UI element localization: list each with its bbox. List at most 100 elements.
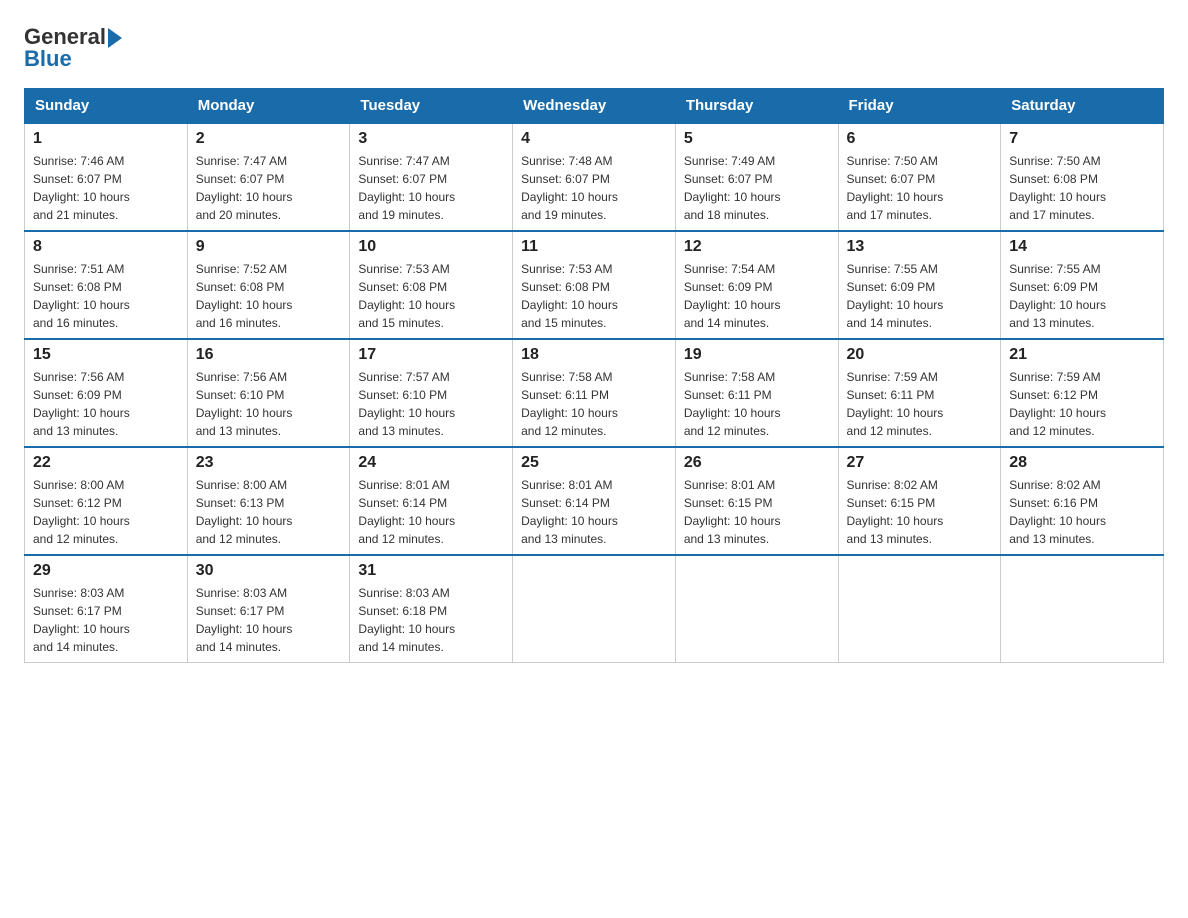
calendar-cell: 1 Sunrise: 7:46 AM Sunset: 6:07 PM Dayli… xyxy=(25,123,188,231)
calendar-cell xyxy=(1001,555,1164,663)
day-number: 15 xyxy=(33,346,179,364)
day-info: Sunrise: 7:46 AM Sunset: 6:07 PM Dayligh… xyxy=(33,152,179,224)
day-number: 16 xyxy=(196,346,342,364)
day-number: 21 xyxy=(1009,346,1155,364)
calendar-cell: 14 Sunrise: 7:55 AM Sunset: 6:09 PM Dayl… xyxy=(1001,231,1164,339)
column-header-wednesday: Wednesday xyxy=(513,89,676,124)
day-number: 26 xyxy=(684,454,830,472)
calendar-cell: 21 Sunrise: 7:59 AM Sunset: 6:12 PM Dayl… xyxy=(1001,339,1164,447)
day-info: Sunrise: 7:59 AM Sunset: 6:12 PM Dayligh… xyxy=(1009,368,1155,440)
week-row-3: 15 Sunrise: 7:56 AM Sunset: 6:09 PM Dayl… xyxy=(25,339,1164,447)
day-number: 7 xyxy=(1009,130,1155,148)
calendar-cell xyxy=(838,555,1001,663)
day-info: Sunrise: 7:50 AM Sunset: 6:07 PM Dayligh… xyxy=(847,152,993,224)
day-number: 13 xyxy=(847,238,993,256)
calendar-header-row: SundayMondayTuesdayWednesdayThursdayFrid… xyxy=(25,89,1164,124)
day-number: 14 xyxy=(1009,238,1155,256)
day-number: 9 xyxy=(196,238,342,256)
column-header-tuesday: Tuesday xyxy=(350,89,513,124)
calendar-cell: 30 Sunrise: 8:03 AM Sunset: 6:17 PM Dayl… xyxy=(187,555,350,663)
day-number: 6 xyxy=(847,130,993,148)
calendar-cell: 13 Sunrise: 7:55 AM Sunset: 6:09 PM Dayl… xyxy=(838,231,1001,339)
day-number: 3 xyxy=(358,130,504,148)
column-header-saturday: Saturday xyxy=(1001,89,1164,124)
day-number: 25 xyxy=(521,454,667,472)
calendar-cell: 23 Sunrise: 8:00 AM Sunset: 6:13 PM Dayl… xyxy=(187,447,350,555)
calendar-cell: 18 Sunrise: 7:58 AM Sunset: 6:11 PM Dayl… xyxy=(513,339,676,447)
calendar-cell: 17 Sunrise: 7:57 AM Sunset: 6:10 PM Dayl… xyxy=(350,339,513,447)
calendar-cell: 15 Sunrise: 7:56 AM Sunset: 6:09 PM Dayl… xyxy=(25,339,188,447)
day-number: 12 xyxy=(684,238,830,256)
day-number: 28 xyxy=(1009,454,1155,472)
calendar-cell: 10 Sunrise: 7:53 AM Sunset: 6:08 PM Dayl… xyxy=(350,231,513,339)
day-info: Sunrise: 7:53 AM Sunset: 6:08 PM Dayligh… xyxy=(521,260,667,332)
day-info: Sunrise: 7:56 AM Sunset: 6:10 PM Dayligh… xyxy=(196,368,342,440)
column-header-friday: Friday xyxy=(838,89,1001,124)
calendar-cell: 5 Sunrise: 7:49 AM Sunset: 6:07 PM Dayli… xyxy=(675,123,838,231)
calendar-cell: 12 Sunrise: 7:54 AM Sunset: 6:09 PM Dayl… xyxy=(675,231,838,339)
calendar-table: SundayMondayTuesdayWednesdayThursdayFrid… xyxy=(24,88,1164,663)
day-number: 29 xyxy=(33,562,179,580)
day-number: 2 xyxy=(196,130,342,148)
calendar-cell: 11 Sunrise: 7:53 AM Sunset: 6:08 PM Dayl… xyxy=(513,231,676,339)
calendar-cell: 29 Sunrise: 8:03 AM Sunset: 6:17 PM Dayl… xyxy=(25,555,188,663)
day-info: Sunrise: 8:01 AM Sunset: 6:14 PM Dayligh… xyxy=(358,476,504,548)
day-number: 4 xyxy=(521,130,667,148)
day-number: 10 xyxy=(358,238,504,256)
day-number: 23 xyxy=(196,454,342,472)
calendar-cell xyxy=(675,555,838,663)
week-row-4: 22 Sunrise: 8:00 AM Sunset: 6:12 PM Dayl… xyxy=(25,447,1164,555)
day-number: 1 xyxy=(33,130,179,148)
day-number: 5 xyxy=(684,130,830,148)
day-number: 11 xyxy=(521,238,667,256)
day-info: Sunrise: 7:58 AM Sunset: 6:11 PM Dayligh… xyxy=(684,368,830,440)
logo-blue-text: Blue xyxy=(24,46,72,72)
day-info: Sunrise: 8:02 AM Sunset: 6:15 PM Dayligh… xyxy=(847,476,993,548)
logo: General Blue xyxy=(24,24,122,72)
day-info: Sunrise: 7:55 AM Sunset: 6:09 PM Dayligh… xyxy=(847,260,993,332)
day-number: 19 xyxy=(684,346,830,364)
calendar-cell: 8 Sunrise: 7:51 AM Sunset: 6:08 PM Dayli… xyxy=(25,231,188,339)
calendar-cell: 7 Sunrise: 7:50 AM Sunset: 6:08 PM Dayli… xyxy=(1001,123,1164,231)
day-number: 18 xyxy=(521,346,667,364)
calendar-cell: 20 Sunrise: 7:59 AM Sunset: 6:11 PM Dayl… xyxy=(838,339,1001,447)
day-info: Sunrise: 7:47 AM Sunset: 6:07 PM Dayligh… xyxy=(358,152,504,224)
day-number: 27 xyxy=(847,454,993,472)
calendar-cell: 31 Sunrise: 8:03 AM Sunset: 6:18 PM Dayl… xyxy=(350,555,513,663)
day-info: Sunrise: 7:56 AM Sunset: 6:09 PM Dayligh… xyxy=(33,368,179,440)
day-info: Sunrise: 7:53 AM Sunset: 6:08 PM Dayligh… xyxy=(358,260,504,332)
day-number: 17 xyxy=(358,346,504,364)
week-row-2: 8 Sunrise: 7:51 AM Sunset: 6:08 PM Dayli… xyxy=(25,231,1164,339)
day-info: Sunrise: 8:03 AM Sunset: 6:17 PM Dayligh… xyxy=(33,584,179,656)
day-info: Sunrise: 7:57 AM Sunset: 6:10 PM Dayligh… xyxy=(358,368,504,440)
day-info: Sunrise: 7:47 AM Sunset: 6:07 PM Dayligh… xyxy=(196,152,342,224)
day-number: 22 xyxy=(33,454,179,472)
day-info: Sunrise: 8:01 AM Sunset: 6:14 PM Dayligh… xyxy=(521,476,667,548)
day-info: Sunrise: 7:55 AM Sunset: 6:09 PM Dayligh… xyxy=(1009,260,1155,332)
calendar-cell: 28 Sunrise: 8:02 AM Sunset: 6:16 PM Dayl… xyxy=(1001,447,1164,555)
calendar-cell: 2 Sunrise: 7:47 AM Sunset: 6:07 PM Dayli… xyxy=(187,123,350,231)
day-number: 24 xyxy=(358,454,504,472)
day-info: Sunrise: 8:03 AM Sunset: 6:17 PM Dayligh… xyxy=(196,584,342,656)
day-info: Sunrise: 7:58 AM Sunset: 6:11 PM Dayligh… xyxy=(521,368,667,440)
calendar-cell: 6 Sunrise: 7:50 AM Sunset: 6:07 PM Dayli… xyxy=(838,123,1001,231)
calendar-cell: 25 Sunrise: 8:01 AM Sunset: 6:14 PM Dayl… xyxy=(513,447,676,555)
day-info: Sunrise: 7:51 AM Sunset: 6:08 PM Dayligh… xyxy=(33,260,179,332)
day-info: Sunrise: 8:00 AM Sunset: 6:12 PM Dayligh… xyxy=(33,476,179,548)
day-info: Sunrise: 7:52 AM Sunset: 6:08 PM Dayligh… xyxy=(196,260,342,332)
day-info: Sunrise: 7:54 AM Sunset: 6:09 PM Dayligh… xyxy=(684,260,830,332)
day-number: 20 xyxy=(847,346,993,364)
week-row-1: 1 Sunrise: 7:46 AM Sunset: 6:07 PM Dayli… xyxy=(25,123,1164,231)
day-number: 30 xyxy=(196,562,342,580)
day-info: Sunrise: 7:48 AM Sunset: 6:07 PM Dayligh… xyxy=(521,152,667,224)
day-info: Sunrise: 7:50 AM Sunset: 6:08 PM Dayligh… xyxy=(1009,152,1155,224)
day-number: 31 xyxy=(358,562,504,580)
day-number: 8 xyxy=(33,238,179,256)
calendar-cell: 4 Sunrise: 7:48 AM Sunset: 6:07 PM Dayli… xyxy=(513,123,676,231)
calendar-cell: 3 Sunrise: 7:47 AM Sunset: 6:07 PM Dayli… xyxy=(350,123,513,231)
day-info: Sunrise: 7:59 AM Sunset: 6:11 PM Dayligh… xyxy=(847,368,993,440)
column-header-sunday: Sunday xyxy=(25,89,188,124)
day-info: Sunrise: 8:02 AM Sunset: 6:16 PM Dayligh… xyxy=(1009,476,1155,548)
page-header: General Blue xyxy=(24,24,1164,72)
column-header-thursday: Thursday xyxy=(675,89,838,124)
